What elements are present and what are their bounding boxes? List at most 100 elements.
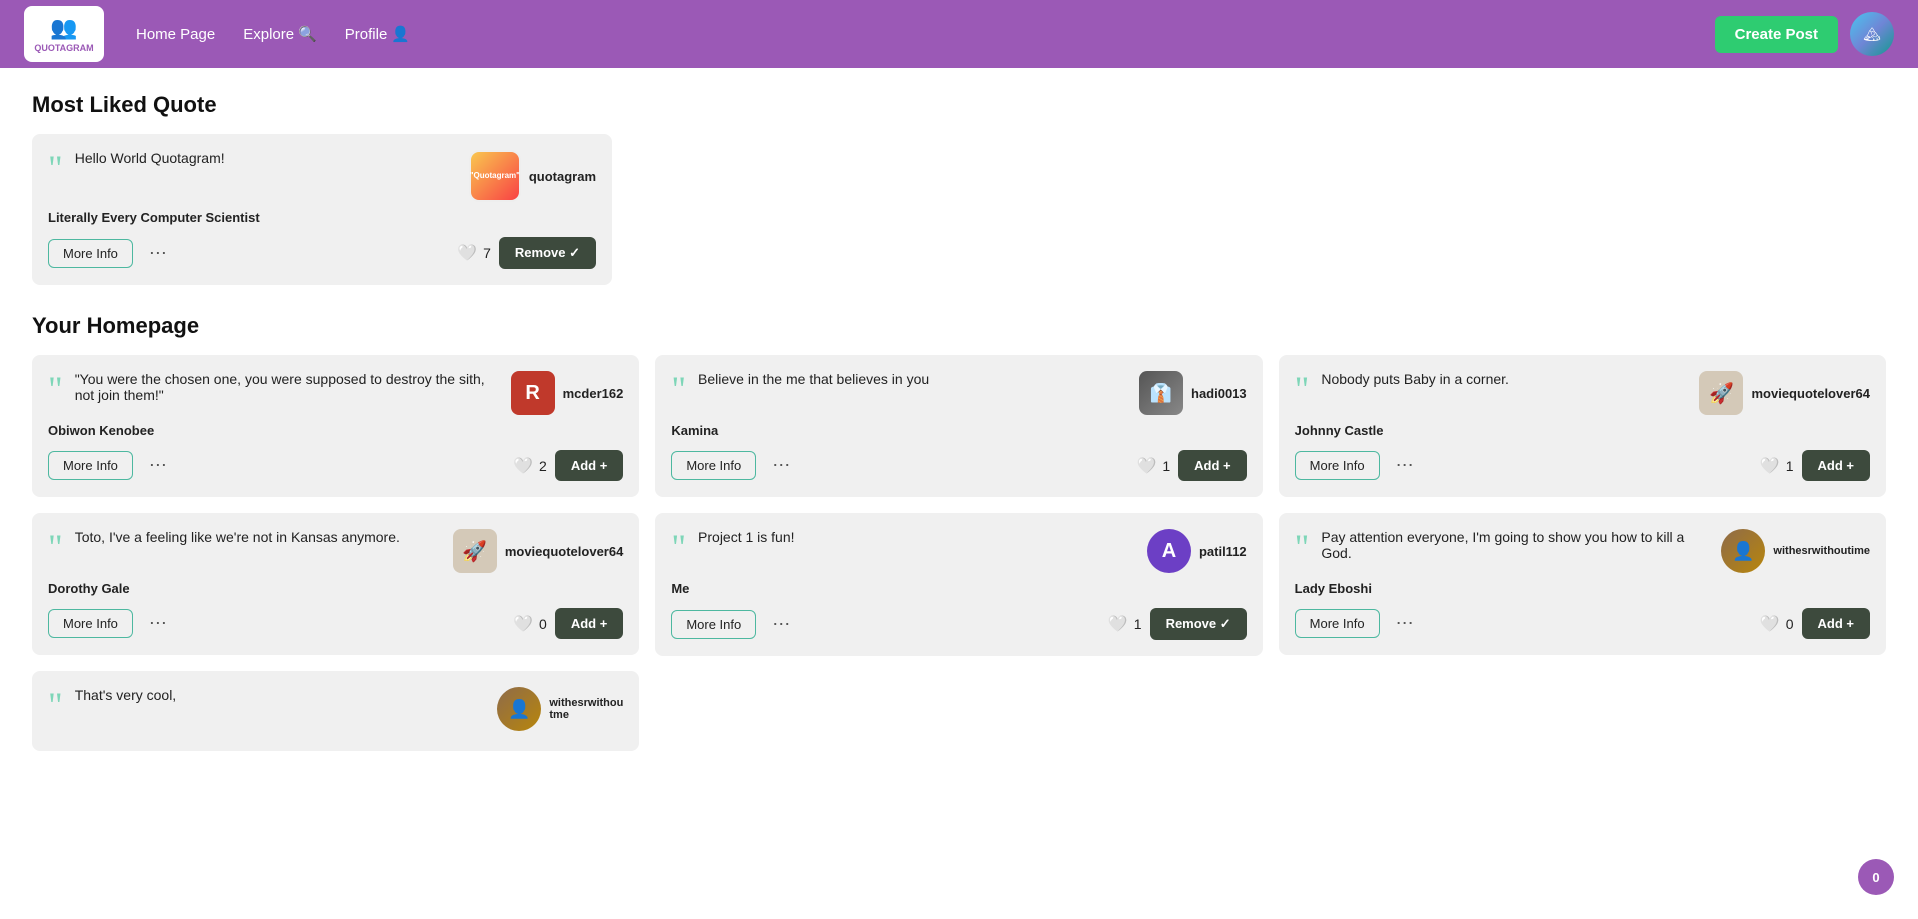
footer-patil: More Info ⋯ 🤍 1 Remove ✓ — [671, 608, 1246, 640]
like-area-mcder162: 🤍 2 — [513, 456, 547, 476]
nav-profile[interactable]: Profile 👤 — [345, 25, 410, 43]
like-area-dorothy: 🤍 0 — [513, 614, 547, 634]
most-liked-more-info-button[interactable]: More Info — [48, 239, 133, 268]
partial-card-col0: " That's very cool, 👤 withesrwithoutme — [32, 671, 639, 751]
user-badge-hadi: 👔 hadi0013 — [1139, 371, 1247, 415]
scroll-badge[interactable]: 0 — [1858, 859, 1894, 895]
options-button-hadi[interactable]: ⋯ — [772, 455, 790, 476]
search-icon: 🔍 — [298, 25, 317, 43]
like-count-eboshi: 0 — [1786, 616, 1794, 632]
card-header-eboshi: " Pay attention everyone, I'm going to s… — [1295, 529, 1870, 573]
nav-home[interactable]: Home Page — [136, 25, 215, 43]
most-liked-footer: More Info ⋯ 🤍 7 Remove ✓ — [48, 237, 596, 269]
like-area-patil: 🤍 1 — [1108, 614, 1142, 634]
col-2: " Nobody puts Baby in a corner. 🚀 movieq… — [1279, 355, 1886, 751]
quote-mark: " — [48, 371, 63, 407]
add-button-hadi[interactable]: Add + — [1178, 450, 1246, 481]
homepage-grid: " "You were the chosen one, you were sup… — [32, 355, 1886, 751]
nav-right: Create Post 🏔 — [1715, 12, 1894, 56]
more-info-button-eboshi[interactable]: More Info — [1295, 609, 1380, 638]
like-area-hadi: 🤍 1 — [1136, 456, 1170, 476]
more-info-button-patil[interactable]: More Info — [671, 610, 756, 639]
logo[interactable]: 👥 QUOTAGRAM — [24, 6, 104, 62]
author-hadi: Kamina — [671, 423, 1246, 438]
most-liked-title: Most Liked Quote — [32, 92, 612, 118]
footer-dorothy: More Info ⋯ 🤍 0 Add + — [48, 608, 623, 639]
logo-text: QUOTAGRAM — [34, 43, 93, 53]
username-dorothy: moviequotelover64 — [505, 544, 624, 559]
create-post-button[interactable]: Create Post — [1715, 16, 1838, 53]
heart-icon: 🤍 — [1136, 456, 1156, 476]
more-info-button-dorothy[interactable]: More Info — [48, 609, 133, 638]
options-button-dorothy[interactable]: ⋯ — [149, 613, 167, 634]
like-count-patil: 1 — [1134, 616, 1142, 632]
user-badge-patil: A patil112 — [1147, 529, 1247, 573]
withes-avatar-partial: 👤 — [497, 687, 541, 731]
person-icon: 👤 — [391, 25, 410, 43]
card-header-mcder162: " "You were the chosen one, you were sup… — [48, 371, 623, 415]
quote-mark: " — [1295, 371, 1310, 407]
footer-mcder162: More Info ⋯ 🤍 2 Add + — [48, 450, 623, 481]
logo-icon: 👥 — [50, 15, 77, 41]
quote-text-dorothy: Toto, I've a feeling like we're not in K… — [75, 529, 441, 545]
options-button-mcder162[interactable]: ⋯ — [149, 455, 167, 476]
footer-eboshi: More Info ⋯ 🤍 0 Add + — [1295, 608, 1870, 639]
options-button-eboshi[interactable]: ⋯ — [1396, 613, 1414, 634]
quote-text-hadi: Believe in the me that believes in you — [698, 371, 1127, 387]
author-mcder162: Obiwon Kenobee — [48, 423, 623, 438]
add-button-mcder162[interactable]: Add + — [555, 450, 623, 481]
more-info-button-hadi[interactable]: More Info — [671, 451, 756, 480]
card-header-patil: " Project 1 is fun! A patil112 — [671, 529, 1246, 573]
user-badge-mcder162: R mcder162 — [511, 371, 624, 415]
remove-button-patil[interactable]: Remove ✓ — [1150, 608, 1247, 640]
options-button-patil[interactable]: ⋯ — [772, 614, 790, 635]
r-avatar: R — [511, 371, 555, 415]
most-liked-user-badge: "Quotagram" quotagram — [469, 150, 596, 202]
user-avatar[interactable]: 🏔 — [1850, 12, 1894, 56]
heart-icon: 🤍 — [1760, 456, 1780, 476]
add-button-eboshi[interactable]: Add + — [1802, 608, 1870, 639]
like-area-eboshi: 🤍 0 — [1760, 614, 1794, 634]
falcon-avatar-dorothy: 🚀 — [453, 529, 497, 573]
most-liked-author: Literally Every Computer Scientist — [48, 210, 596, 225]
quote-card-patil: " Project 1 is fun! A patil112 Me More I… — [655, 513, 1262, 656]
author-eboshi: Lady Eboshi — [1295, 581, 1870, 596]
footer-hadi: More Info ⋯ 🤍 1 Add + — [671, 450, 1246, 481]
most-liked-remove-button[interactable]: Remove ✓ — [499, 237, 596, 269]
quote-mark: " — [671, 371, 686, 407]
partial-username: withesrwithoutme — [549, 697, 623, 721]
most-liked-quote-text: Hello World Quotagram! — [75, 150, 457, 166]
heart-icon: 🤍 — [1760, 614, 1780, 634]
author-baby: Johnny Castle — [1295, 423, 1870, 438]
nav-explore[interactable]: Explore 🔍 — [243, 25, 317, 43]
card-header-baby: " Nobody puts Baby in a corner. 🚀 movieq… — [1295, 371, 1870, 415]
card-header-hadi: " Believe in the me that believes in you… — [671, 371, 1246, 415]
author-patil: Me — [671, 581, 1246, 596]
more-info-button-baby[interactable]: More Info — [1295, 451, 1380, 480]
col-1: " Believe in the me that believes in you… — [655, 355, 1262, 751]
quote-text-mcder162: "You were the chosen one, you were suppo… — [75, 371, 499, 403]
like-count-dorothy: 0 — [539, 616, 547, 632]
quote-card-baby: " Nobody puts Baby in a corner. 🚀 movieq… — [1279, 355, 1886, 497]
quote-card-hadi: " Believe in the me that believes in you… — [655, 355, 1262, 497]
username-hadi: hadi0013 — [1191, 386, 1247, 401]
more-info-button-mcder162[interactable]: More Info — [48, 451, 133, 480]
add-button-dorothy[interactable]: Add + — [555, 608, 623, 639]
heart-icon: 🤍 — [513, 614, 533, 634]
options-button-baby[interactable]: ⋯ — [1396, 455, 1414, 476]
col-0: " "You were the chosen one, you were sup… — [32, 355, 639, 751]
like-count-mcder162: 2 — [539, 458, 547, 474]
quote-card-dorothy: " Toto, I've a feeling like we're not in… — [32, 513, 639, 655]
heart-icon: 🤍 — [457, 243, 477, 263]
most-liked-count: 7 — [483, 245, 491, 261]
partial-user-badge: 👤 withesrwithoutme — [497, 687, 623, 731]
main-content: Most Liked Quote " Hello World Quotagram… — [0, 68, 1918, 775]
quote-text-baby: Nobody puts Baby in a corner. — [1321, 371, 1687, 387]
add-button-baby[interactable]: Add + — [1802, 450, 1870, 481]
username-baby: moviequotelover64 — [1751, 386, 1870, 401]
quote-text-eboshi: Pay attention everyone, I'm going to sho… — [1321, 529, 1709, 561]
quote-mark: " — [48, 150, 63, 186]
nav-links: Home Page Explore 🔍 Profile 👤 — [136, 25, 1683, 43]
most-liked-options-button[interactable]: ⋯ — [149, 243, 167, 264]
like-count-hadi: 1 — [1162, 458, 1170, 474]
